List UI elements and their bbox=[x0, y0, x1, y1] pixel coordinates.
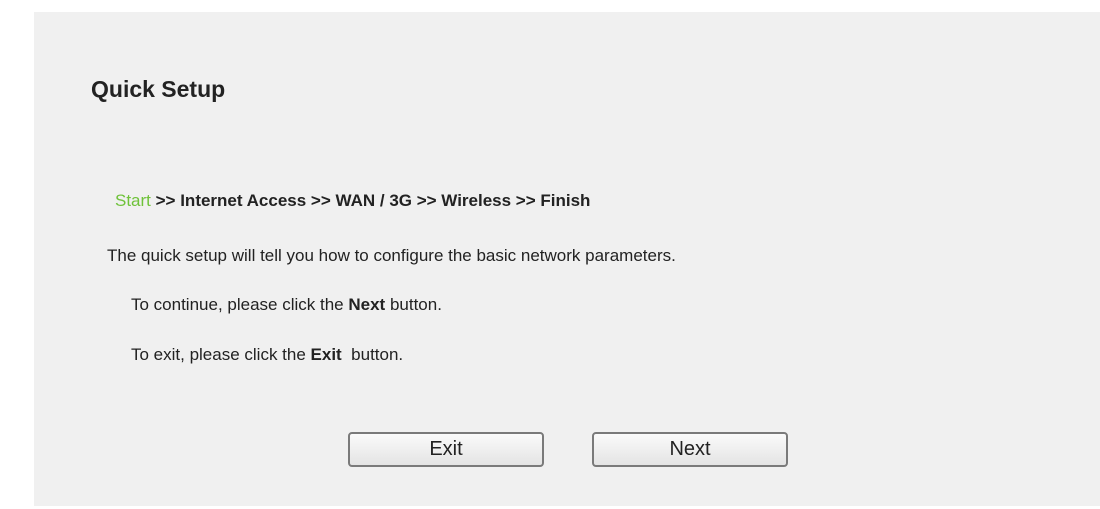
page-title: Quick Setup bbox=[91, 76, 226, 102]
next-button[interactable]: Next bbox=[592, 432, 788, 467]
exit-prefix: To exit, please click the bbox=[131, 345, 311, 364]
continue-suffix: button. bbox=[385, 295, 442, 314]
exit-instruction: To exit, please click the Exit button. bbox=[131, 344, 403, 366]
exit-suffix: button. bbox=[341, 345, 404, 364]
exit-bold: Exit bbox=[310, 345, 342, 364]
continue-bold: Next bbox=[348, 295, 386, 314]
continue-prefix: To continue, please click the bbox=[131, 295, 349, 314]
continue-instruction: To continue, please click the Next butto… bbox=[131, 294, 442, 316]
setup-description: The quick setup will tell you how to con… bbox=[107, 246, 676, 265]
quick-setup-panel: Quick Setup Start >> Internet Access >> … bbox=[34, 12, 1100, 506]
setup-steps-breadcrumb: Start >> Internet Access >> WAN / 3G >> … bbox=[115, 190, 590, 212]
step-rest: >> Internet Access >> WAN / 3G >> Wirele… bbox=[150, 191, 591, 210]
exit-button[interactable]: Exit bbox=[348, 432, 544, 467]
step-current: Start bbox=[115, 191, 151, 210]
